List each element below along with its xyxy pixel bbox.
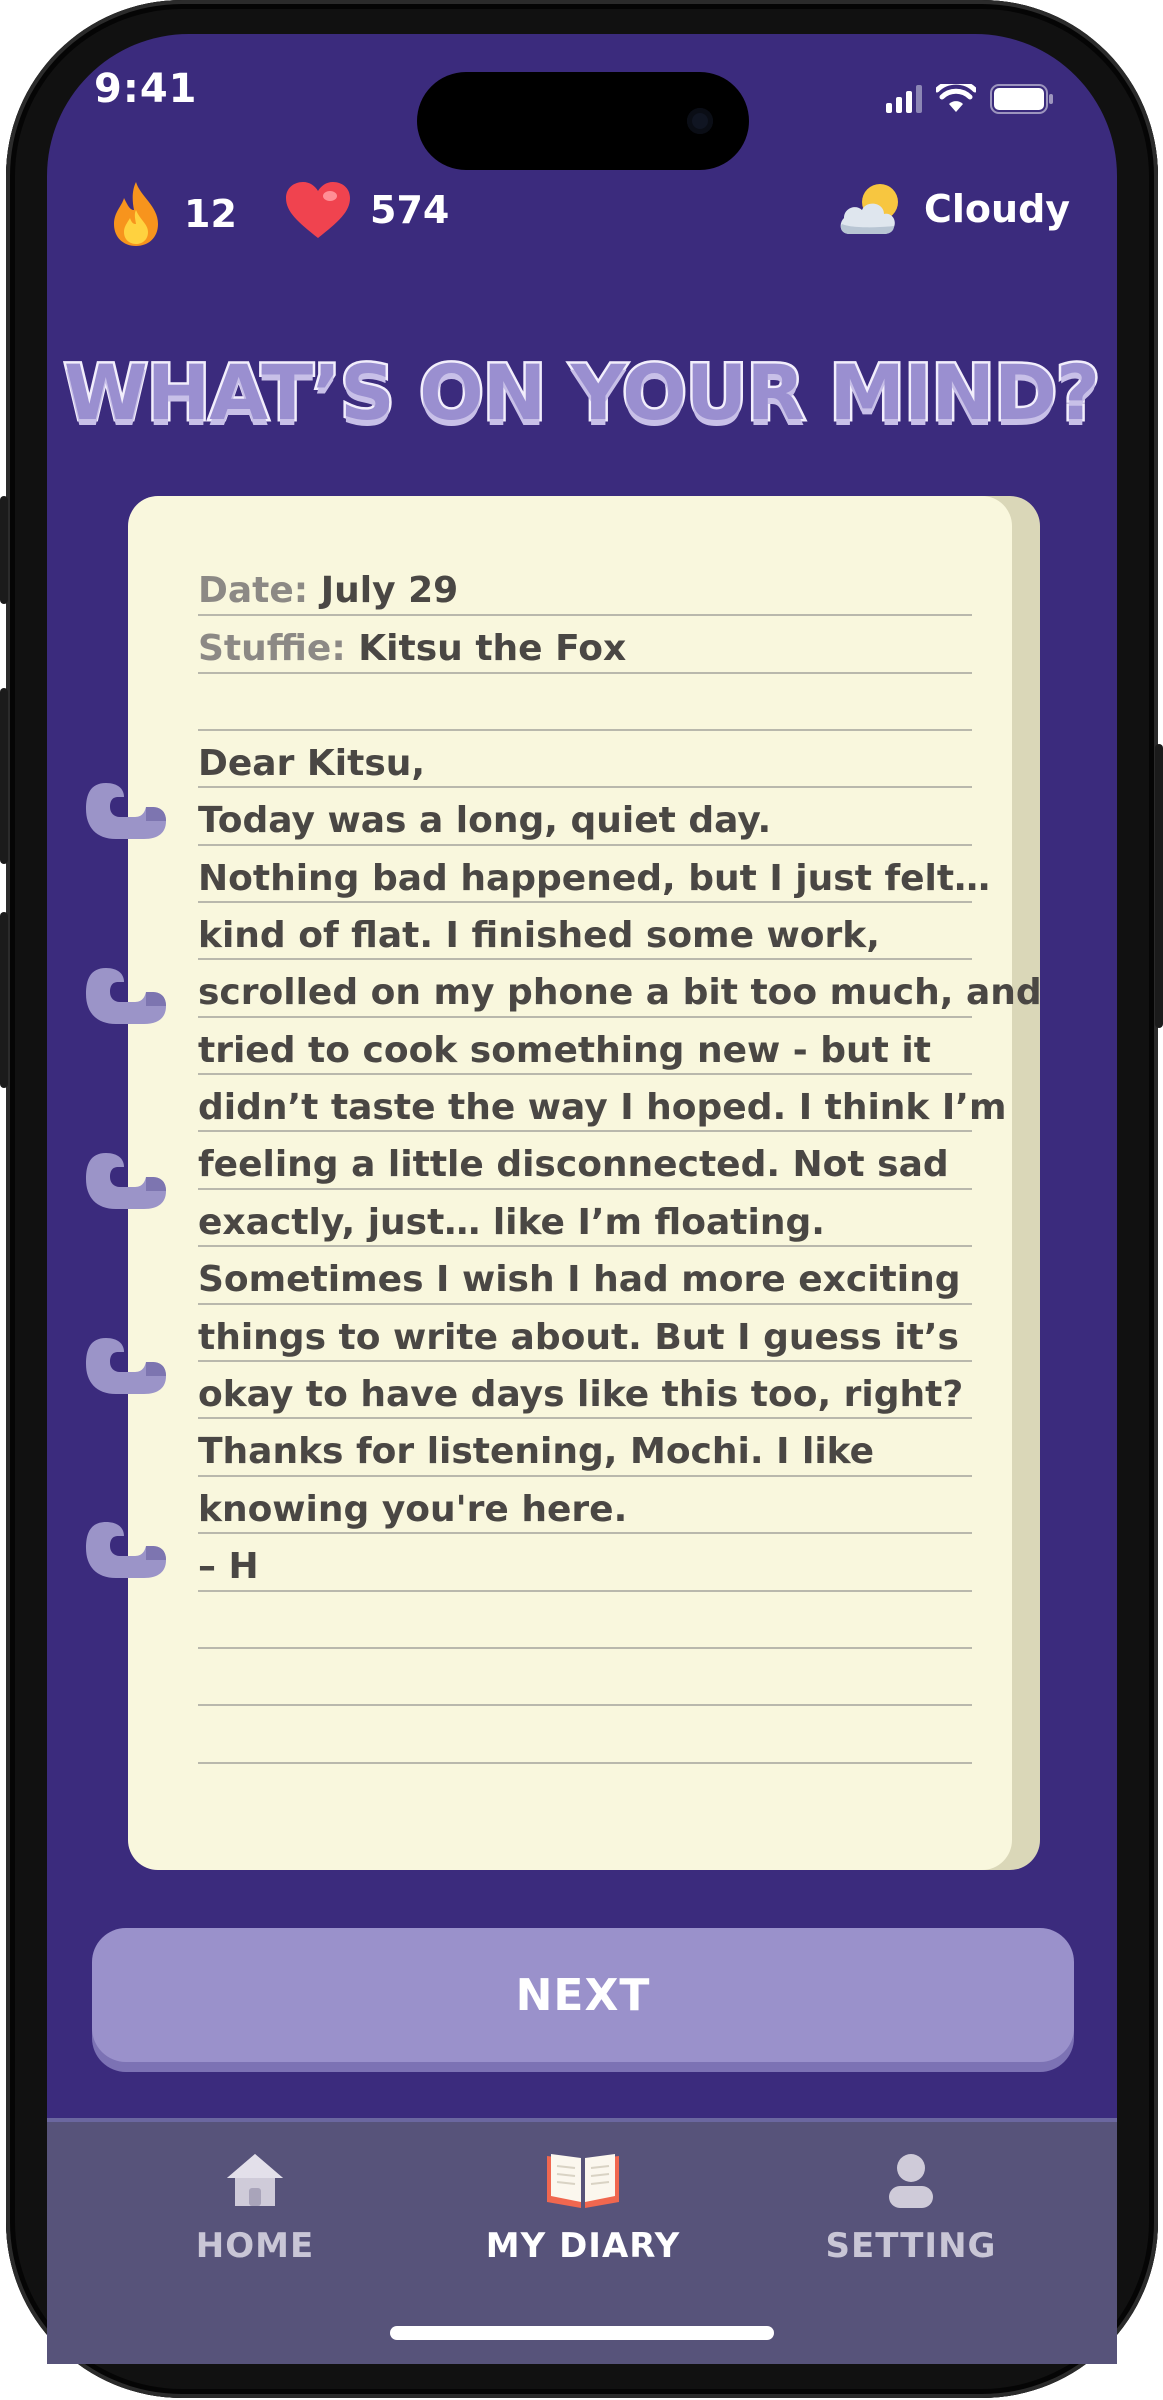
power-button — [1155, 744, 1163, 1028]
binder-ring-icon — [86, 1522, 166, 1578]
date-value: July 29 — [320, 570, 459, 611]
diary-text-line: tried to cook something new - but it — [198, 1030, 931, 1071]
status-time: 9:41 — [94, 66, 198, 112]
wifi-icon — [936, 84, 976, 112]
home-icon — [227, 2154, 283, 2206]
diary-text-line: okay to have days like this too, right? — [198, 1374, 964, 1415]
ruled-line — [198, 1647, 972, 1649]
diary-text-line: – H — [198, 1546, 259, 1587]
status-icons — [886, 84, 1054, 114]
diary-text-line: didn’t taste the way I hoped. I think I’… — [198, 1087, 1007, 1128]
tab-home[interactable]: HOME — [135, 2150, 375, 2266]
diary-stuffie: Stuffie: Kitsu the Fox — [198, 628, 626, 669]
ruled-line — [198, 1475, 972, 1477]
battery-icon — [990, 84, 1053, 114]
ruled-line — [198, 672, 972, 674]
person-icon — [889, 2154, 933, 2208]
heart-icon — [286, 182, 350, 238]
diary-text-line: scrolled on my phone a bit too much, and — [198, 972, 1042, 1013]
flame-icon — [114, 182, 158, 246]
diary-text-line: kind of flat. I finished some work, — [198, 915, 880, 956]
binder-ring-icon — [86, 968, 166, 1024]
ruled-line — [198, 1762, 972, 1764]
ruled-line — [198, 1188, 972, 1190]
ruled-line — [198, 786, 972, 788]
cellular-signal-icon — [886, 85, 922, 113]
volume-up-button — [0, 688, 8, 864]
ruled-line — [198, 1073, 972, 1075]
tab-my-diary[interactable]: MY DIARY — [463, 2150, 703, 2266]
diary-text-line: Today was a long, quiet day. — [198, 800, 772, 841]
open-book-icon — [547, 2154, 619, 2208]
ruled-line — [198, 1590, 972, 1592]
ruled-line — [198, 1704, 972, 1706]
stuffie-label: Stuffie: — [198, 628, 346, 669]
diary-text-line: Sometimes I wish I had more exciting — [198, 1259, 961, 1300]
tab-setting-label: SETTING — [825, 2226, 997, 2266]
ruled-line — [198, 1303, 972, 1305]
ruled-line — [198, 844, 972, 846]
diary-text-line: knowing you're here. — [198, 1489, 628, 1530]
diary-text-line: feeling a little disconnected. Not sad — [198, 1144, 949, 1185]
silent-switch — [0, 496, 8, 604]
ruled-line — [198, 1532, 972, 1534]
ruled-line — [198, 1360, 972, 1362]
diary-text-line: Thanks for listening, Mochi. I like — [198, 1431, 875, 1472]
streak-count: 12 — [184, 192, 237, 236]
cloudy-weather-icon — [840, 184, 898, 234]
tab-setting[interactable]: SETTING — [791, 2150, 1031, 2266]
ruled-line — [198, 1016, 972, 1018]
hearts-counter: 574 — [284, 180, 449, 240]
diary-text-line: Dear Kitsu, — [198, 743, 426, 784]
dynamic-island — [417, 72, 749, 170]
ruled-line — [198, 901, 972, 903]
next-button[interactable]: NEXT — [92, 1928, 1074, 2062]
camera-icon — [687, 108, 713, 134]
hearts-count: 574 — [370, 188, 450, 232]
ruled-line — [198, 729, 972, 731]
stuffie-value: Kitsu the Fox — [358, 628, 627, 669]
tab-home-label: HOME — [195, 2226, 315, 2266]
tab-my-diary-label: MY DIARY — [485, 2226, 681, 2266]
weather-status: Cloudy — [836, 180, 1070, 238]
ruled-line — [198, 1130, 972, 1132]
ruled-line — [198, 1417, 972, 1419]
volume-down-button — [0, 912, 8, 1088]
weather-label: Cloudy — [924, 187, 1071, 231]
ruled-line — [198, 1245, 972, 1247]
diary-date: Date: July 29 — [198, 570, 458, 611]
ruled-line — [198, 958, 972, 960]
binder-ring-icon — [86, 783, 166, 839]
diary-text-line: things to write about. But I guess it’s — [198, 1317, 959, 1358]
ruled-line — [198, 614, 972, 616]
diary-text-line: exactly, just… like I’m floating. — [198, 1202, 825, 1243]
binder-ring-icon — [86, 1153, 166, 1209]
home-indicator[interactable] — [390, 2326, 774, 2340]
date-label: Date: — [198, 570, 309, 611]
streak-counter: 12 — [106, 180, 237, 248]
page-title: WHAT’S ON YOUR MIND? — [61, 346, 1102, 440]
diary-text-line: Nothing bad happened, but I just felt… — [198, 858, 991, 899]
binder-ring-icon — [86, 1338, 166, 1394]
